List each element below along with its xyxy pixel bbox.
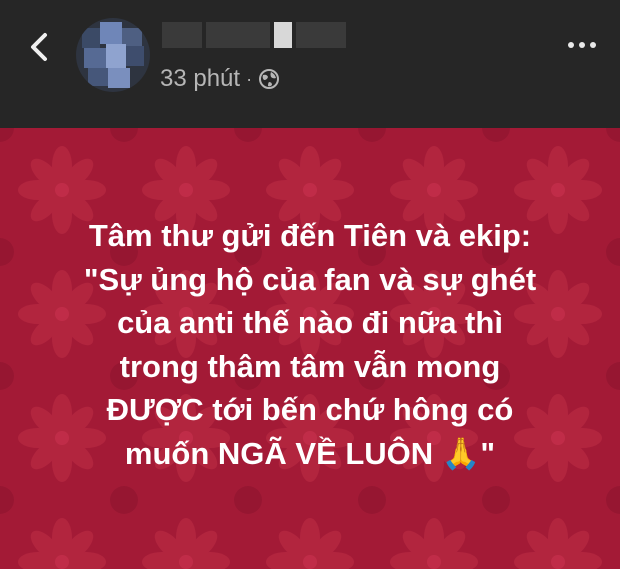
post-text-line: ĐƯỢC tới bến chứ hông có [106,392,514,427]
post-text-line: "Sự ủng hộ của fan và sự ghét [83,261,537,297]
blurred-name [274,22,292,48]
post-meta: 33 phút · [160,64,280,94]
post-text-line: muốn NGÃ VỀ LUÔN 🙏" [124,435,496,471]
more-horizontal-icon [568,42,574,48]
more-options-button[interactable] [562,30,602,60]
back-button[interactable] [22,30,56,64]
blurred-name [162,22,202,48]
more-horizontal-icon [579,42,585,48]
post-text-line: Tâm thư gửi đến Tiên và ekip: [88,218,532,253]
avatar[interactable] [76,18,150,92]
post-header: 33 phút · [0,0,620,128]
more-horizontal-icon [590,42,596,48]
globe-icon [259,69,280,89]
post-text-line: trong thâm tâm vẫn mong [119,348,501,384]
post-timestamp[interactable]: 33 phút [160,65,240,93]
blurred-name [296,22,346,48]
post-content: Tâm thư gửi đến Tiên và ekip: "Sự ủng hộ… [0,128,620,569]
post-text: Tâm thư gửi đến Tiên và ekip: "Sự ủng hộ… [20,214,600,475]
post-text-line: của anti thế nào đi nữa thì [117,305,503,340]
meta-separator: · [246,68,253,89]
chevron-left-icon [31,33,47,61]
blurred-name [206,22,270,48]
